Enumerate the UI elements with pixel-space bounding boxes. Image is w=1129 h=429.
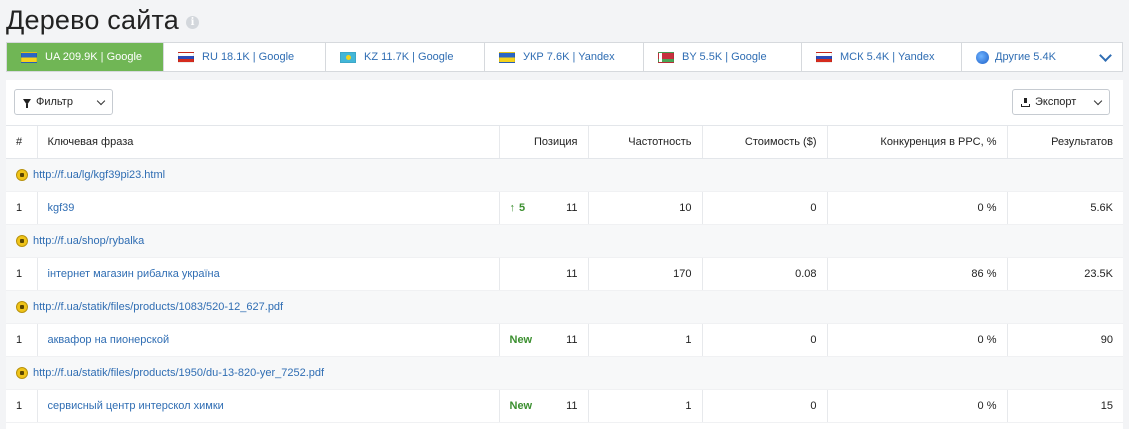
tab-label: RU 18.1K | Google [202,51,295,63]
chevron-down-icon[interactable] [1099,48,1112,62]
filter-button-label: Фильтр [36,96,73,108]
chevron-down-icon [96,96,106,105]
badge-icon [16,367,28,379]
tab-kz-google[interactable]: KZ 11.7K | Google [326,43,485,71]
export-button-label: Экспорт [1035,96,1077,108]
globe-icon [976,50,989,64]
tab-label: KZ 11.7K | Google [364,51,454,63]
position-new-badge: New [509,400,533,412]
filter-icon [23,99,31,108]
competition-value: 0 % [826,191,1007,225]
russia-flag-icon [816,51,832,63]
russia-flag-icon [178,51,194,63]
badge-icon [16,169,28,181]
frequency-value: 10 [587,191,702,225]
tab-by-google[interactable]: BY 5.5K | Google [644,43,802,71]
position-value: 11 [566,202,578,214]
keyword-link[interactable]: інтернет магазин рибалка україна [48,268,220,280]
page-title: Дерево сайта [6,4,179,35]
position-value: 11 [566,400,578,412]
tab-label: МСК 5.4K | Yandex [840,51,935,63]
cost-value: 0 [701,323,827,357]
competition-value: 86 % [826,257,1007,291]
table-header-row: # Ключевая фраза Позиция Частотность Сто… [6,125,1123,159]
cost-value: 0 [701,389,827,423]
url-link[interactable]: http://f.ua/statik/files/products/1083/5… [33,301,283,313]
arrow-up-icon: ↑ [509,202,516,214]
keyword-link[interactable]: аквафор на пионерской [48,334,170,346]
tab-label: Другие 5.4K [995,51,1056,63]
results-value: 90 [1006,323,1123,357]
badge-icon [16,235,28,247]
position-change: ↑ 5 [510,202,526,214]
col-header-results[interactable]: Результатов [1006,125,1123,159]
tab-label: UA 209.9K | Google [45,51,143,63]
results-panel: Фильтр Экспорт # Ключевая фраза Позиция … [6,80,1123,429]
region-tabs: UA 209.9K | Google RU 18.1K | Google KZ … [6,42,1123,72]
cost-value: 0 [701,191,827,225]
tab-label: УКР 7.6K | Yandex [523,51,615,63]
tab-label: BY 5.5K | Google [682,51,767,63]
cost-value: 0.08 [701,257,827,291]
position-value: 11 [566,334,578,346]
frequency-value: 1 [587,389,702,423]
row-num: 1 [6,323,37,357]
kazakhstan-flag-icon [340,51,356,63]
tab-msk-yandex[interactable]: МСК 5.4K | Yandex [802,43,962,71]
url-group-row: http://f.ua/lg/kgf39pi23.html [6,158,1123,192]
frequency-value: 170 [587,257,702,291]
competition-value: 0 % [826,323,1007,357]
keyword-link[interactable]: сервисный центр интерскол химки [48,400,224,412]
position-value: 11 [498,257,588,291]
tab-other[interactable]: Другие 5.4K [962,43,1122,71]
table-row: 1 аквафор на пионерской New 11 1 0 0 % 9… [6,323,1123,357]
download-icon [1021,97,1030,107]
filter-button[interactable]: Фильтр [14,89,113,115]
col-header-position[interactable]: Позиция [498,125,588,159]
table-row: 1 kgf39 ↑ 5 11 10 0 0 % 5.6K [6,191,1123,225]
belarus-flag-icon [658,51,674,63]
col-header-cost[interactable]: Стоимость ($) [701,125,827,159]
frequency-value: 1 [587,323,702,357]
chevron-down-icon [1093,96,1103,105]
col-header-frequency[interactable]: Частотность [587,125,702,159]
results-value: 23.5K [1006,257,1123,291]
info-icon[interactable]: i [185,16,199,29]
competition-value: 0 % [826,389,1007,423]
table-row: 1 сервисный центр интерскол химки New 11… [6,389,1123,423]
col-header-num[interactable]: # [6,125,37,159]
position-new-badge: New [509,334,533,346]
url-link[interactable]: http://f.ua/statik/files/products/1950/d… [33,367,324,379]
url-link[interactable]: http://f.ua/lg/kgf39pi23.html [33,169,165,181]
keyword-link[interactable]: kgf39 [48,202,75,214]
tab-ua-google[interactable]: UA 209.9K | Google [7,43,164,71]
url-group-row: http://f.ua/shop/rybalka [6,224,1123,258]
ukraine-flag-icon [21,51,37,63]
col-header-competition[interactable]: Конкуренция в PPC, % [826,125,1007,159]
results-value: 5.6K [1006,191,1123,225]
page-header: Дерево сайта i [6,2,199,38]
position-change-value: 5 [519,202,526,214]
ukraine-flag-icon [499,51,515,63]
col-header-phrase[interactable]: Ключевая фраза [36,125,499,159]
badge-icon [16,301,28,313]
results-value: 15 [1006,389,1123,423]
row-num: 1 [6,389,37,423]
url-link[interactable]: http://f.ua/shop/rybalka [33,235,144,247]
tab-ukr-yandex[interactable]: УКР 7.6K | Yandex [485,43,644,71]
url-group-row: http://f.ua/statik/files/products/1950/d… [6,356,1123,390]
export-button[interactable]: Экспорт [1012,89,1110,115]
row-num: 1 [6,257,37,291]
tab-ru-google[interactable]: RU 18.1K | Google [164,43,326,71]
url-group-row: http://f.ua/statik/files/products/1083/5… [6,290,1123,324]
row-num: 1 [6,191,37,225]
table-row: 1 інтернет магазин рибалка україна 11 17… [6,257,1123,291]
keywords-table: # Ключевая фраза Позиция Частотность Сто… [6,125,1123,423]
